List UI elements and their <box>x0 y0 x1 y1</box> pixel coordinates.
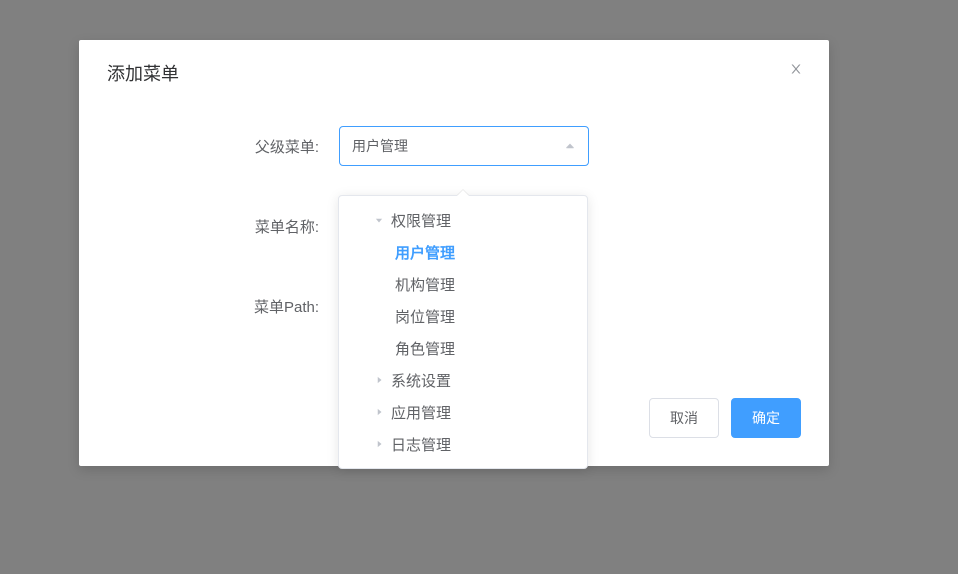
cancel-button[interactable]: 取消 <box>649 398 719 438</box>
parent-menu-value: 用户管理 <box>352 136 408 156</box>
tree-node[interactable]: 日志管理 <box>339 428 587 460</box>
tree-node-label: 应用管理 <box>391 402 451 423</box>
tree-node-label: 权限管理 <box>391 210 451 231</box>
menu-name-label: 菜单名称: <box>119 216 339 237</box>
caret-down-icon <box>373 215 385 225</box>
tree-node[interactable]: 岗位管理 <box>339 300 587 332</box>
tree-node[interactable]: 角色管理 <box>339 332 587 364</box>
form-row-parent-menu: 父级菜单: 用户管理 <box>119 126 789 166</box>
caret-right-icon <box>373 407 385 417</box>
tree-node-label: 系统设置 <box>391 370 451 391</box>
confirm-button[interactable]: 确定 <box>731 398 801 438</box>
tree-node[interactable]: 用户管理 <box>339 236 587 268</box>
modal-header: 添加菜单 <box>79 40 829 96</box>
tree-node[interactable]: 权限管理 <box>339 204 587 236</box>
close-icon <box>789 62 803 76</box>
parent-menu-dropdown: 权限管理用户管理机构管理岗位管理角色管理系统设置应用管理日志管理 <box>338 195 588 469</box>
tree-node[interactable]: 系统设置 <box>339 364 587 396</box>
modal-title: 添加菜单 <box>107 60 801 86</box>
tree-node-label: 岗位管理 <box>395 306 455 327</box>
menu-path-label: 菜单Path: <box>119 296 339 317</box>
tree-node-label: 日志管理 <box>391 434 451 455</box>
tree-node[interactable]: 应用管理 <box>339 396 587 428</box>
parent-menu-label: 父级菜单: <box>119 136 339 157</box>
tree-node[interactable]: 机构管理 <box>339 268 587 300</box>
dropdown-arrow-icon <box>457 190 469 196</box>
tree-node-label: 用户管理 <box>395 242 455 263</box>
chevron-up-icon <box>564 140 576 152</box>
tree-node-label: 角色管理 <box>395 338 455 359</box>
close-button[interactable] <box>789 62 803 80</box>
tree-node-label: 机构管理 <box>395 274 455 295</box>
caret-right-icon <box>373 439 385 449</box>
parent-menu-select[interactable]: 用户管理 <box>339 126 589 166</box>
caret-right-icon <box>373 375 385 385</box>
